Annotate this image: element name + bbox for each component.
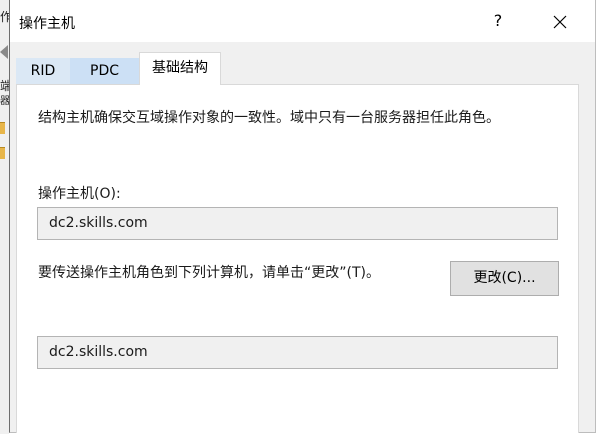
tab-pdc[interactable]: PDC xyxy=(70,58,139,84)
tab-rid[interactable]: RID xyxy=(16,58,70,84)
change-button[interactable]: 更改(C)... xyxy=(450,261,559,296)
folder-icon xyxy=(0,122,5,134)
title-bar: 操作主机 ? xyxy=(10,0,595,42)
target-computer-field[interactable]: dc2.skills.com xyxy=(37,336,558,369)
folder-icon xyxy=(0,147,5,159)
dialog-title: 操作主机 xyxy=(19,16,75,32)
background-window: 作 端 器 xyxy=(0,0,12,434)
tab-infrastructure[interactable]: 基础结构 xyxy=(139,52,221,85)
role-description: 结构主机确保交互域操作对象的一致性。域中只有一台服务器担任此角色。 xyxy=(38,110,500,126)
operations-master-field[interactable]: dc2.skills.com xyxy=(37,207,558,240)
collapse-arrow-icon xyxy=(0,45,8,59)
close-button[interactable] xyxy=(540,6,580,36)
operations-master-dialog: 操作主机 ? RID PDC 基础结构 结构主机确保交互域操作对象的一致性。域中… xyxy=(9,0,596,433)
operations-master-label: 操作主机(O): xyxy=(38,186,121,202)
transfer-instruction: 要传送操作主机角色到下列计算机，请单击“更改”(T)。 xyxy=(38,265,380,281)
close-icon xyxy=(553,15,567,28)
tab-panel-infrastructure: 结构主机确保交互域操作对象的一致性。域中只有一台服务器担任此角色。 操作主机(O… xyxy=(16,84,579,433)
help-button[interactable]: ? xyxy=(483,6,513,36)
